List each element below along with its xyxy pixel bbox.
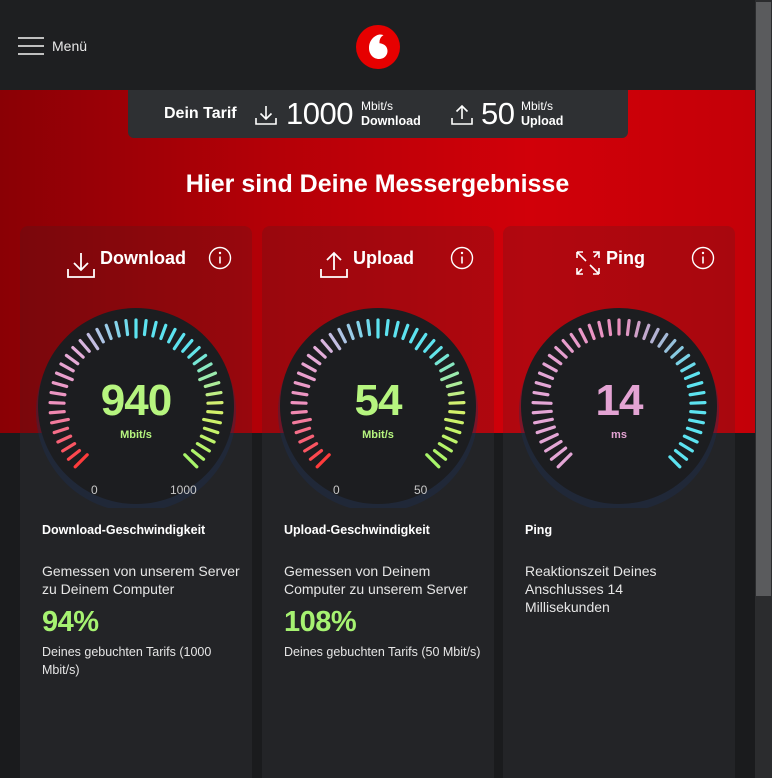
scrollbar[interactable] — [755, 0, 772, 778]
gauge-tick — [124, 319, 130, 337]
gauge-tick — [142, 319, 148, 337]
desc-title: Ping — [525, 523, 553, 537]
scale-max: 1000 — [170, 483, 197, 497]
ping-icon — [576, 251, 600, 275]
gauge-tick — [384, 319, 390, 337]
card-title: Download — [100, 248, 186, 268]
card-header: Upload — [262, 246, 494, 278]
upload-icon — [451, 104, 473, 125]
gauge-value: 940 — [100, 376, 172, 425]
desc-text: Gemessen von Deinem Computer zu unserem … — [284, 563, 468, 597]
tarif-bar: Dein Tarif 1000 Mbit/s Download 50 Mbit/s… — [128, 90, 628, 138]
page-title: Hier sind Deine Messergebnisse — [185, 170, 570, 198]
desc-text: Reaktionszeit Deines Anschlusses 14 Mill… — [525, 563, 657, 615]
vodafone-logo[interactable] — [356, 25, 400, 69]
gauge-tick — [366, 319, 372, 337]
gauge-unit: Mbit/s — [362, 429, 394, 441]
menu-label: Menü — [52, 38, 88, 54]
header: Menü — [0, 0, 755, 90]
tarif-download-unit: Mbit/s Download — [361, 99, 421, 128]
download-icon — [255, 106, 277, 125]
scale-min: 0 — [91, 483, 98, 497]
menu-button[interactable]: Menü — [18, 34, 87, 58]
card-header: Download — [20, 246, 252, 278]
scale-max: 50 — [414, 483, 428, 497]
gauge-tick — [625, 319, 631, 337]
gauge-unit: Mbit/s — [120, 429, 152, 441]
gauge-tick — [607, 319, 613, 337]
desc-text: Gemessen von unserem Server zu Deinem Co… — [42, 563, 240, 597]
card-header: Ping — [503, 246, 735, 276]
download-card: Download 940 Mbit/s 0 1000 Download-Gesc… — [20, 226, 252, 778]
tarif-upload-unit: Mbit/s Upload — [521, 99, 564, 128]
scrollbar-thumb[interactable] — [756, 2, 771, 596]
card-title: Ping — [606, 248, 645, 268]
desc-title: Download-Geschwindigkeit — [42, 523, 206, 537]
info-icon[interactable] — [691, 246, 715, 270]
upload-card: Upload 54 Mbit/s 0 50 Upload-Geschwindig… — [262, 226, 494, 778]
ping-card: Ping 14 ms Ping Reaktionszeit Deines Ans… — [503, 226, 735, 778]
download-icon — [67, 253, 95, 278]
upload-icon — [320, 251, 348, 278]
percent-text: Deines gebuchten Tarifs (50 Mbit/s) — [284, 645, 481, 659]
gauge-unit: ms — [611, 429, 627, 441]
percent-value: 94% — [42, 606, 99, 638]
info-icon[interactable] — [208, 246, 232, 270]
percent-text: Deines gebuchten Tarifs (1000 Mbit/s) — [42, 645, 212, 677]
tarif-upload-value: 50 — [481, 96, 515, 131]
gauge-value: 54 — [354, 376, 403, 425]
gauge-value: 14 — [595, 376, 644, 425]
card-title: Upload — [353, 248, 414, 268]
desc-title: Upload-Geschwindigkeit — [284, 523, 430, 537]
hamburger-icon — [18, 36, 44, 56]
scale-min: 0 — [333, 483, 340, 497]
tarif-download-value: 1000 — [286, 96, 353, 131]
tarif-label: Dein Tarif — [164, 105, 237, 122]
info-icon[interactable] — [450, 246, 474, 270]
percent-value: 108% — [284, 606, 357, 638]
